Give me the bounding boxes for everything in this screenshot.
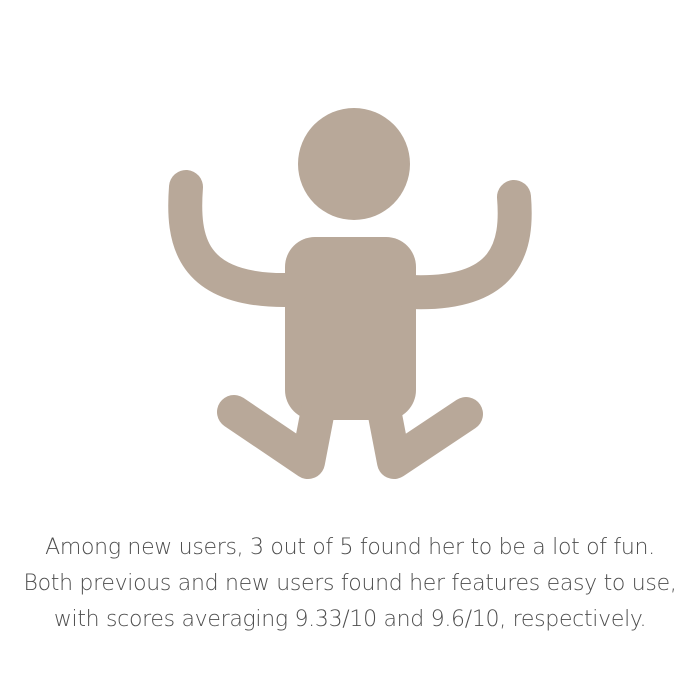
figure-body <box>285 237 416 420</box>
figure-left-leg <box>217 393 335 479</box>
caption-line-1: Among new users, 3 out of 5 found her to… <box>45 535 655 560</box>
figure-head <box>298 108 410 220</box>
person-celebrating-icon <box>168 108 532 479</box>
caption-line-2: Both previous and new users found her fe… <box>23 571 677 596</box>
figure-left-arm <box>168 170 307 308</box>
figure-right-arm <box>393 180 532 310</box>
infographic-panel: Among new users, 3 out of 5 found her to… <box>0 0 700 700</box>
figure-right-leg <box>367 393 483 479</box>
caption-line-3: with scores averaging 9.33/10 and 9.6/10… <box>53 607 647 632</box>
caption-text: Among new users, 3 out of 5 found her to… <box>0 530 700 638</box>
